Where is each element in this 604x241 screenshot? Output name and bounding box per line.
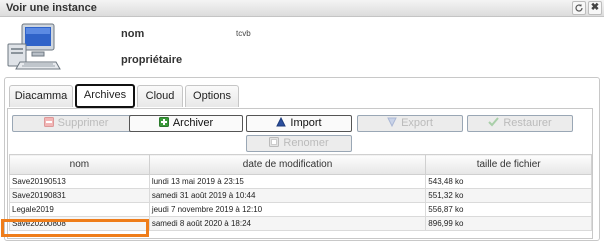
export-label: Export [401, 117, 433, 129]
table-row[interactable]: Legale2019 jeudi 7 novembre 2019 à 12:10… [9, 202, 592, 217]
row-highlight-annotation [1, 219, 149, 237]
archive-button[interactable]: Archiver [129, 115, 243, 132]
export-button[interactable]: Export [357, 115, 463, 132]
cell-size: 896,99 ko [425, 216, 592, 231]
computer-icon [6, 22, 62, 72]
tab-options[interactable]: Options [185, 85, 239, 107]
window-titlebar: Voir une instance ✖ [0, 0, 604, 17]
tab-cloud[interactable]: Cloud [137, 85, 183, 107]
check-icon [488, 117, 500, 132]
cell-size: 543,48 ko [425, 174, 592, 189]
column-header-date[interactable]: date de modification [148, 154, 427, 175]
restore-button[interactable]: Restaurer [467, 115, 573, 132]
add-icon [158, 117, 169, 132]
cell-name: Save20190831 [9, 188, 150, 203]
cell-date: samedi 8 août 2020 à 18:24 [148, 216, 427, 231]
cell-date: lundi 13 mai 2019 à 23:15 [148, 174, 427, 189]
cell-date: jeudi 7 novembre 2019 à 12:10 [148, 202, 427, 217]
delete-button[interactable]: Supprimer [12, 115, 140, 132]
table-row[interactable]: Save20190513 lundi 13 mai 2019 à 23:15 5… [9, 174, 592, 189]
import-label: Import [290, 117, 322, 129]
download-icon [387, 117, 397, 132]
delete-label: Supprimer [57, 117, 109, 129]
tab-diacamma[interactable]: Diacamma [9, 85, 73, 107]
rename-label: Renomer [283, 137, 329, 149]
close-icon[interactable]: ✖ [588, 1, 602, 15]
window-title: Voir une instance [6, 2, 97, 14]
name-label: nom [121, 28, 145, 40]
tab-archives[interactable]: Archives [75, 84, 135, 108]
rename-button[interactable]: Renomer [246, 135, 352, 152]
column-header-size[interactable]: taille de fichier [425, 154, 592, 175]
restore-label: Restaurer [503, 117, 552, 129]
archive-label: Archiver [172, 117, 214, 129]
cell-size: 551,32 ko [425, 188, 592, 203]
owner-label: propriétaire [121, 54, 183, 66]
upload-icon [276, 116, 287, 132]
cell-name: Save20190513 [9, 174, 150, 189]
refresh-icon[interactable] [572, 1, 586, 15]
table-row[interactable]: Save20190831 samedi 31 août 2019 à 10:44… [9, 188, 592, 203]
name-value: tcvb [236, 29, 251, 38]
import-button[interactable]: Import [246, 115, 352, 132]
cell-date: samedi 31 août 2019 à 10:44 [148, 188, 427, 203]
rename-icon [269, 137, 280, 152]
delete-icon [43, 117, 54, 132]
table-header-row: nom date de modification taille de fichi… [9, 154, 592, 175]
cell-size: 556,87 ko [425, 202, 592, 217]
cell-name: Legale2019 [9, 202, 150, 217]
column-header-name[interactable]: nom [9, 154, 150, 175]
